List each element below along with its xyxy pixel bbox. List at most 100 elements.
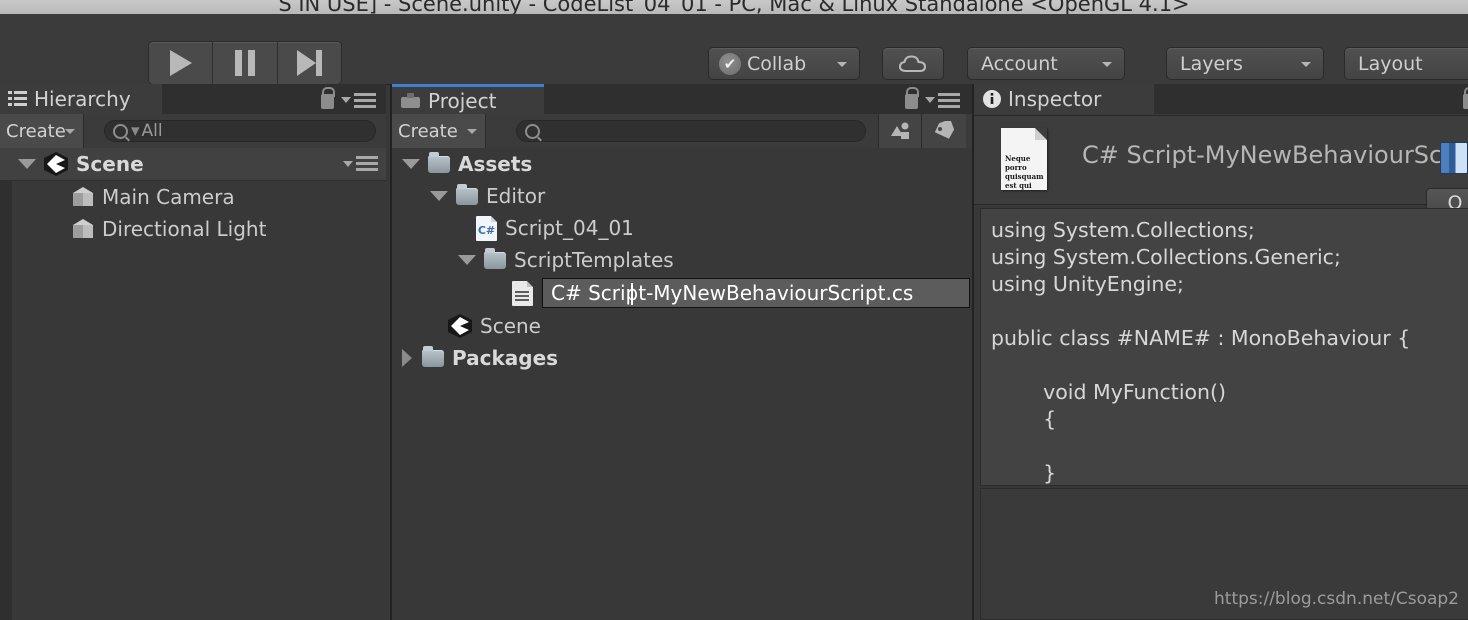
inspector-panel: Inspector Neque porro quisquam est qui d…	[972, 84, 1468, 620]
project-item-label: Editor	[486, 184, 546, 208]
project-item-rename-row[interactable]: C# Script-MyNewBehaviourScript.cs	[392, 276, 972, 310]
play-button[interactable]	[149, 42, 214, 84]
hierarchy-item-scene[interactable]: Scene	[0, 148, 386, 181]
inspector-tab-icons	[1463, 87, 1468, 109]
rename-input[interactable]: C# Script-MyNewBehaviourScript.cs	[542, 278, 970, 308]
text-asset-icon: Neque porro quisquam est qui dolorem.	[1001, 128, 1047, 190]
filter-by-label-button[interactable]	[921, 114, 966, 148]
chevron-down-icon	[1102, 61, 1112, 67]
project-tabstrip: Project	[392, 84, 972, 114]
folder-icon	[484, 247, 506, 269]
inspector-preview-area: https://blog.csdn.net/Csoap2	[980, 488, 1468, 620]
default-asset-icon	[1440, 142, 1468, 174]
folder-icon	[456, 183, 478, 205]
filter-by-type-icon	[891, 122, 909, 139]
script-preview: using System.Collections; using System.C…	[980, 208, 1468, 486]
tab-project-label: Project	[428, 88, 497, 113]
play-icon	[169, 50, 192, 76]
unity-editor-window: S IN USE] - Scene.unity - CodeList_04_01…	[0, 0, 1468, 620]
project-item-packages[interactable]: Packages	[392, 342, 972, 374]
layout-dropdown[interactable]: Layout	[1344, 47, 1468, 80]
expander-down-icon[interactable]	[18, 159, 36, 169]
project-panel: Project Create Assets Editor C# Script_0…	[390, 84, 972, 620]
project-item-editor[interactable]: Editor	[392, 180, 972, 212]
lock-icon[interactable]	[321, 87, 335, 109]
cloud-icon	[898, 54, 927, 72]
step-icon	[296, 50, 322, 76]
pause-button[interactable]	[213, 42, 278, 84]
search-icon	[113, 123, 128, 139]
unity-icon	[44, 152, 68, 176]
pause-icon	[234, 50, 255, 76]
lock-icon[interactable]	[1463, 87, 1468, 109]
search-icon	[525, 123, 540, 139]
project-item-label: Assets	[458, 152, 533, 176]
lock-icon[interactable]	[905, 87, 919, 109]
project-item-label: Scene	[480, 314, 541, 338]
collab-label: Collab	[747, 52, 807, 75]
tab-inspector-label: Inspector	[1008, 87, 1102, 111]
project-create-button[interactable]: Create	[392, 114, 486, 148]
project-item-script-04-01[interactable]: C# Script_04_01	[392, 212, 972, 244]
hierarchy-create-button[interactable]: Create	[0, 114, 84, 148]
collab-check-icon: ✔	[719, 52, 741, 75]
text-cursor	[631, 283, 633, 305]
account-label: Account	[981, 52, 1058, 75]
folder-icon	[422, 345, 444, 367]
hierarchy-item-label: Directional Light	[102, 217, 267, 241]
step-button[interactable]	[278, 42, 341, 84]
project-tab-icons	[905, 87, 960, 109]
scene-context-menu-icon[interactable]	[343, 156, 378, 171]
editor-toolbar: ✔ Collab Account Layers Layout	[0, 14, 1468, 85]
window-title: S IN USE] - Scene.unity - CodeList_04_01…	[278, 0, 1190, 14]
hierarchy-item-directional-light[interactable]: Directional Light	[0, 213, 386, 245]
hierarchy-search-input[interactable]: ▾ All	[104, 120, 376, 142]
layers-dropdown[interactable]: Layers	[1166, 47, 1324, 80]
csharp-file-icon: C#	[476, 215, 497, 241]
expander-down-icon[interactable]	[458, 255, 476, 265]
hierarchy-tree[interactable]: Scene Main Camera Directional Light	[0, 148, 386, 620]
hamburger-menu-icon[interactable]	[341, 92, 376, 108]
expander-right-icon[interactable]	[402, 349, 412, 367]
project-item-label: ScriptTemplates	[514, 248, 674, 272]
script-preview-code: using System.Collections; using System.C…	[991, 218, 1411, 485]
project-item-scene[interactable]: Scene	[392, 310, 972, 342]
project-item-assets[interactable]: Assets	[392, 148, 972, 180]
hierarchy-panel: Hierarchy Create ▾ All Scene Main Camera…	[0, 84, 386, 620]
hierarchy-item-main-camera[interactable]: Main Camera	[0, 181, 386, 213]
filter-by-type-button[interactable]	[878, 114, 921, 148]
inspector-tabstrip: Inspector	[974, 84, 1468, 114]
project-item-scripttemplates[interactable]: ScriptTemplates	[392, 244, 972, 276]
chevron-down-icon	[1301, 61, 1311, 67]
tab-project[interactable]: Project	[392, 84, 544, 114]
hierarchy-item-label: Scene	[76, 152, 144, 176]
layers-label: Layers	[1180, 52, 1243, 75]
hierarchy-indent-guide	[0, 181, 12, 620]
tab-hierarchy[interactable]: Hierarchy	[0, 84, 162, 114]
expander-down-icon[interactable]	[430, 191, 448, 201]
project-search-input[interactable]	[516, 120, 866, 142]
chevron-down-icon	[467, 129, 477, 134]
expander-down-icon[interactable]	[402, 159, 420, 169]
hierarchy-icon	[8, 91, 27, 106]
project-tree[interactable]: Assets Editor C# Script_04_01 ScriptTemp…	[392, 148, 972, 620]
collab-button[interactable]: ✔ Collab	[708, 47, 860, 80]
chevron-down-icon	[65, 129, 75, 134]
hierarchy-toolbar: Create ▾ All	[0, 114, 386, 149]
project-item-label: Script_04_01	[505, 216, 634, 240]
text-asset-icon-text: Neque porro quisquam est qui dolorem.	[1005, 154, 1044, 190]
os-title-bar: S IN USE] - Scene.unity - CodeList_04_01…	[0, 0, 1468, 14]
text-file-icon	[512, 280, 533, 306]
layout-label: Layout	[1358, 52, 1423, 75]
account-button[interactable]: Account	[967, 47, 1125, 80]
project-item-label: Packages	[452, 346, 559, 370]
rename-input-value: C# Script-MyNewBehaviourScript.cs	[551, 281, 914, 305]
hierarchy-create-label: Create	[6, 120, 66, 142]
cloud-services-button[interactable]	[882, 47, 944, 80]
project-create-label: Create	[398, 120, 458, 142]
hamburger-menu-icon[interactable]	[925, 92, 960, 108]
inspector-asset-name: C# Script-MyNewBehaviourScrip	[1082, 141, 1468, 169]
cube-icon	[72, 218, 94, 240]
tab-inspector[interactable]: Inspector	[974, 84, 1154, 114]
hierarchy-item-label: Main Camera	[102, 185, 235, 209]
